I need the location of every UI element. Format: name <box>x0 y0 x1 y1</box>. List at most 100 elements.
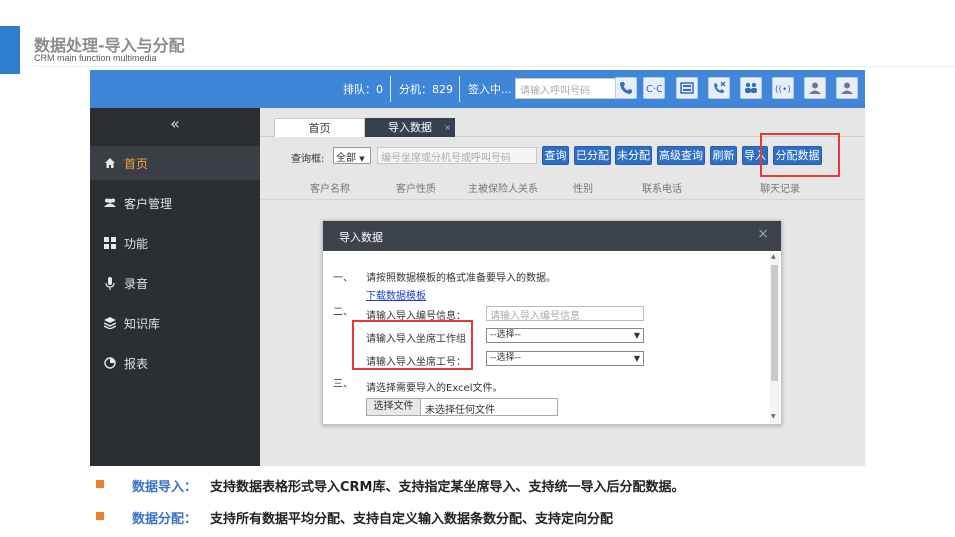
hangup-icon[interactable] <box>708 77 730 99</box>
file-picker[interactable]: 选择文件 未选择任何文件 <box>366 398 558 416</box>
sidebar-item-label: 首页 <box>124 156 149 171</box>
import-id-label: 请输入导入编号信息： <box>366 311 466 322</box>
dialog-body: 一、 请按照数据模板的格式准备要导入的数据。 下载数据模板 二、 请输入导入编号… <box>323 251 771 424</box>
top-toolbar: 排队：0 分机：829 签入中... 请输入呼叫号码 C·C ((•)) <box>90 70 865 108</box>
close-icon[interactable]: × <box>757 226 769 242</box>
agent-id-value: --选择-- <box>490 353 521 363</box>
query-scope-select[interactable]: 全部 ▼ <box>333 147 371 164</box>
column-header: 客户性质 <box>396 184 436 195</box>
agent-id-label: 请输入导入坐席工号： <box>366 357 466 368</box>
users-icon <box>102 195 118 211</box>
scroll-up-icon[interactable]: ▲ <box>771 253 776 260</box>
sidebar-item-reports[interactable]: 报表 <box>90 346 260 380</box>
sidebar-item-label: 录音 <box>124 276 149 291</box>
sidebar-item-label: 客户管理 <box>124 196 173 211</box>
agent-group-value: --选择-- <box>490 330 521 340</box>
step-number: 三、 <box>333 379 353 390</box>
import-button[interactable]: 导入 <box>742 146 768 165</box>
sidebar: « 首页 客户管理 功能 录音 知识库 报表 <box>90 108 260 466</box>
keypad-icon[interactable] <box>676 77 698 99</box>
column-header: 主被保险人关系 <box>468 184 538 195</box>
column-header: 聊天记录 <box>760 184 800 195</box>
query-label: 查询框: <box>291 154 325 165</box>
close-tab-icon[interactable]: × <box>444 118 451 137</box>
home-icon <box>102 155 118 171</box>
sidebar-item-functions[interactable]: 功能 <box>90 226 260 260</box>
dialog-title: 导入数据 <box>339 231 383 244</box>
slide: 数据处理-导入与分配 CRM main function multimedia … <box>0 0 955 537</box>
scrollbar-thumb[interactable] <box>771 265 778 381</box>
advanced-search-button[interactable]: 高级查询 <box>657 146 705 165</box>
transfer-icon[interactable]: C·C <box>643 77 665 99</box>
grid-icon <box>102 235 118 251</box>
collapse-sidebar-button[interactable]: « <box>90 108 260 140</box>
scroll-down-icon[interactable]: ▼ <box>771 413 776 420</box>
call-number-input[interactable]: 请输入呼叫号码 <box>515 78 619 99</box>
column-header: 联系电话 <box>642 184 682 195</box>
step-number: 一、 <box>333 273 353 284</box>
select-file-instruction: 请选择需要导入的Excel文件。 <box>366 383 503 394</box>
dialog-header: 导入数据 × <box>323 221 781 251</box>
microphone-icon <box>102 275 118 291</box>
sidebar-item-recordings[interactable]: 录音 <box>90 266 260 300</box>
bullet-marker <box>96 480 104 488</box>
sidebar-item-label: 知识库 <box>124 316 161 331</box>
sidebar-item-customers[interactable]: 客户管理 <box>90 186 260 220</box>
tab-bar: 首页 导入数据 × <box>260 116 865 137</box>
column-header: 性别 <box>573 184 593 195</box>
bullet-key: 数据分配： <box>132 512 198 527</box>
sidebar-item-label: 功能 <box>124 236 149 251</box>
sidebar-item-label: 报表 <box>124 356 149 371</box>
chevron-down-icon: ▼ <box>359 155 365 163</box>
agent-group-select[interactable]: --选择-- ▼ <box>486 328 644 343</box>
extension-number: 分机：829 <box>399 83 453 96</box>
bullet-key: 数据导入： <box>132 480 198 495</box>
tab-import-data[interactable]: 导入数据 × <box>365 118 455 137</box>
refresh-button[interactable]: 刷新 <box>710 146 737 165</box>
step-instruction: 请按照数据模板的格式准备要导入的数据。 <box>366 273 556 284</box>
bullet-text: 支持所有数据平均分配、支持自定义输入数据条数分配、支持定向分配 <box>210 512 614 527</box>
slide-subtitle: CRM main function multimedia <box>34 53 157 63</box>
table-header: 客户名称 客户性质 主被保险人关系 性别 联系电话 聊天记录 <box>260 176 865 200</box>
step-number: 二、 <box>333 307 353 318</box>
svg-text:((•)): ((•)) <box>775 85 791 94</box>
file-name-text: 未选择任何文件 <box>425 405 495 416</box>
toolbar-separator <box>390 76 391 102</box>
dialog-scrollbar[interactable]: ▲ ▼ <box>770 253 779 423</box>
unassigned-button[interactable]: 未分配 <box>615 146 652 165</box>
chevron-down-icon: ▼ <box>633 331 640 340</box>
queue-count: 排队：0 <box>343 83 383 96</box>
title-accent-bar <box>0 26 20 74</box>
user-icon[interactable] <box>804 77 826 99</box>
agent-status[interactable]: 签入中... <box>468 81 512 97</box>
agent-id-select[interactable]: --选择-- ▼ <box>486 351 644 366</box>
conference-icon[interactable] <box>740 77 762 99</box>
assigned-button[interactable]: 已分配 <box>574 146 611 165</box>
download-template-link[interactable]: 下载数据模板 <box>366 287 426 302</box>
layers-icon <box>102 315 118 331</box>
tab-home[interactable]: 首页 <box>274 118 365 137</box>
broadcast-icon[interactable]: ((•)) <box>772 77 794 99</box>
search-button[interactable]: 查询 <box>542 146 569 165</box>
bullet-marker <box>96 512 104 520</box>
phone-icon[interactable] <box>615 77 637 99</box>
sidebar-item-home[interactable]: 首页 <box>90 146 260 180</box>
pie-chart-icon <box>102 355 118 371</box>
svg-text:C·C: C·C <box>646 84 662 94</box>
import-id-input[interactable]: 请输入导入编号信息 <box>486 306 644 322</box>
query-toolbar: 查询框: 全部 ▼ 编号坐席或分机号或呼叫号码 查询 已分配 未分配 高级查询 … <box>260 145 865 167</box>
user-icon[interactable] <box>836 77 858 99</box>
column-header: 客户名称 <box>310 184 350 195</box>
import-data-dialog: 导入数据 × 一、 请按照数据模板的格式准备要导入的数据。 下载数据模板 二、 … <box>322 220 782 425</box>
bullet-text: 支持数据表格形式导入CRM库、支持指定某坐席导入、支持统一导入后分配数据。 <box>210 480 685 495</box>
toolbar-separator <box>459 76 460 102</box>
query-input[interactable]: 编号坐席或分机号或呼叫号码 <box>377 147 537 164</box>
query-scope-value: 全部 <box>336 153 356 164</box>
sidebar-item-knowledge-base[interactable]: 知识库 <box>90 306 260 340</box>
choose-file-button[interactable]: 选择文件 <box>367 399 421 415</box>
assign-data-button[interactable]: 分配数据 <box>773 146 822 165</box>
tab-label: 导入数据 <box>388 121 432 134</box>
chevron-down-icon: ▼ <box>633 354 640 363</box>
title-divider <box>34 66 955 67</box>
agent-group-label: 请输入导入坐席工作组 <box>366 334 466 345</box>
